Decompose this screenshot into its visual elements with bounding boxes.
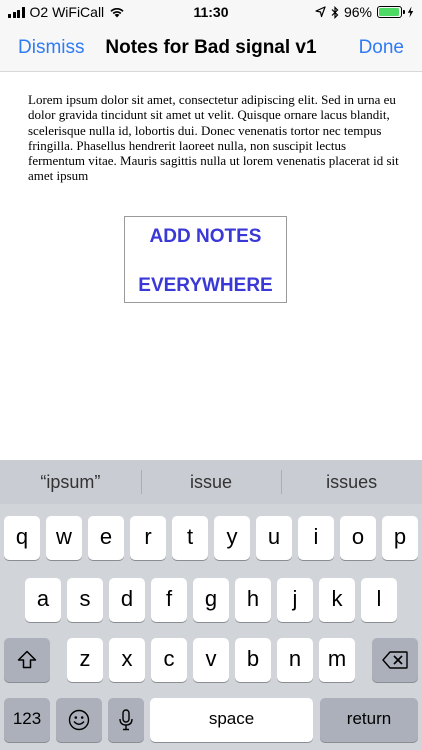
add-notes-banner: ADD NOTES EVERYWHERE: [124, 216, 287, 303]
key-d[interactable]: d: [109, 578, 145, 622]
key-t[interactable]: t: [172, 516, 208, 560]
microphone-key[interactable]: [108, 698, 144, 742]
battery-icon: [377, 6, 405, 18]
keyboard: “ipsum” issue issues q w e r t y u i o p…: [0, 460, 422, 750]
key-a[interactable]: a: [25, 578, 61, 622]
suggestion-2[interactable]: issue: [140, 460, 282, 504]
key-o[interactable]: o: [340, 516, 376, 560]
shift-key[interactable]: [4, 638, 50, 682]
done-button[interactable]: Done: [359, 37, 404, 59]
predictive-bar: “ipsum” issue issues: [0, 460, 422, 504]
charging-bolt-icon: [407, 6, 414, 18]
key-w[interactable]: w: [46, 516, 82, 560]
key-k[interactable]: k: [319, 578, 355, 622]
battery-fill: [379, 8, 400, 16]
add-notes-line2: EVERYWHERE: [138, 275, 273, 296]
key-v[interactable]: v: [193, 638, 229, 682]
key-b[interactable]: b: [235, 638, 271, 682]
key-e[interactable]: e: [88, 516, 124, 560]
numbers-key[interactable]: 123: [4, 698, 50, 742]
key-c[interactable]: c: [151, 638, 187, 682]
notes-content[interactable]: Lorem ipsum dolor sit amet, consectetur …: [0, 73, 422, 460]
microphone-icon: [119, 709, 133, 731]
key-q[interactable]: q: [4, 516, 40, 560]
key-n[interactable]: n: [277, 638, 313, 682]
key-u[interactable]: u: [256, 516, 292, 560]
add-notes-line1: ADD NOTES: [149, 226, 262, 247]
navigation-bar: Dismiss Notes for Bad signal v1 Done: [0, 24, 422, 72]
suggestion-1[interactable]: “ipsum”: [0, 460, 141, 504]
bluetooth-icon: [331, 5, 339, 19]
key-z[interactable]: z: [67, 638, 103, 682]
key-i[interactable]: i: [298, 516, 334, 560]
delete-icon: [382, 651, 408, 669]
shift-icon: [17, 650, 37, 669]
location-arrow-icon: [315, 6, 326, 18]
key-m[interactable]: m: [319, 638, 355, 682]
space-key[interactable]: space: [150, 698, 313, 742]
key-g[interactable]: g: [193, 578, 229, 622]
key-l[interactable]: l: [361, 578, 397, 622]
suggestion-3[interactable]: issues: [281, 460, 422, 504]
key-y[interactable]: y: [214, 516, 250, 560]
key-p[interactable]: p: [382, 516, 418, 560]
status-bar: O2 WiFiCall 11:30 96%: [0, 0, 422, 24]
key-s[interactable]: s: [67, 578, 103, 622]
emoji-icon: [68, 709, 90, 731]
emoji-key[interactable]: [56, 698, 102, 742]
delete-key[interactable]: [372, 638, 418, 682]
key-r[interactable]: r: [130, 516, 166, 560]
status-right: 96%: [315, 4, 414, 20]
key-f[interactable]: f: [151, 578, 187, 622]
key-j[interactable]: j: [277, 578, 313, 622]
return-key[interactable]: return: [320, 698, 418, 742]
battery-percent: 96%: [343, 4, 372, 20]
key-x[interactable]: x: [109, 638, 145, 682]
key-h[interactable]: h: [235, 578, 271, 622]
notes-body-text[interactable]: Lorem ipsum dolor sit amet, consectetur …: [28, 92, 400, 184]
